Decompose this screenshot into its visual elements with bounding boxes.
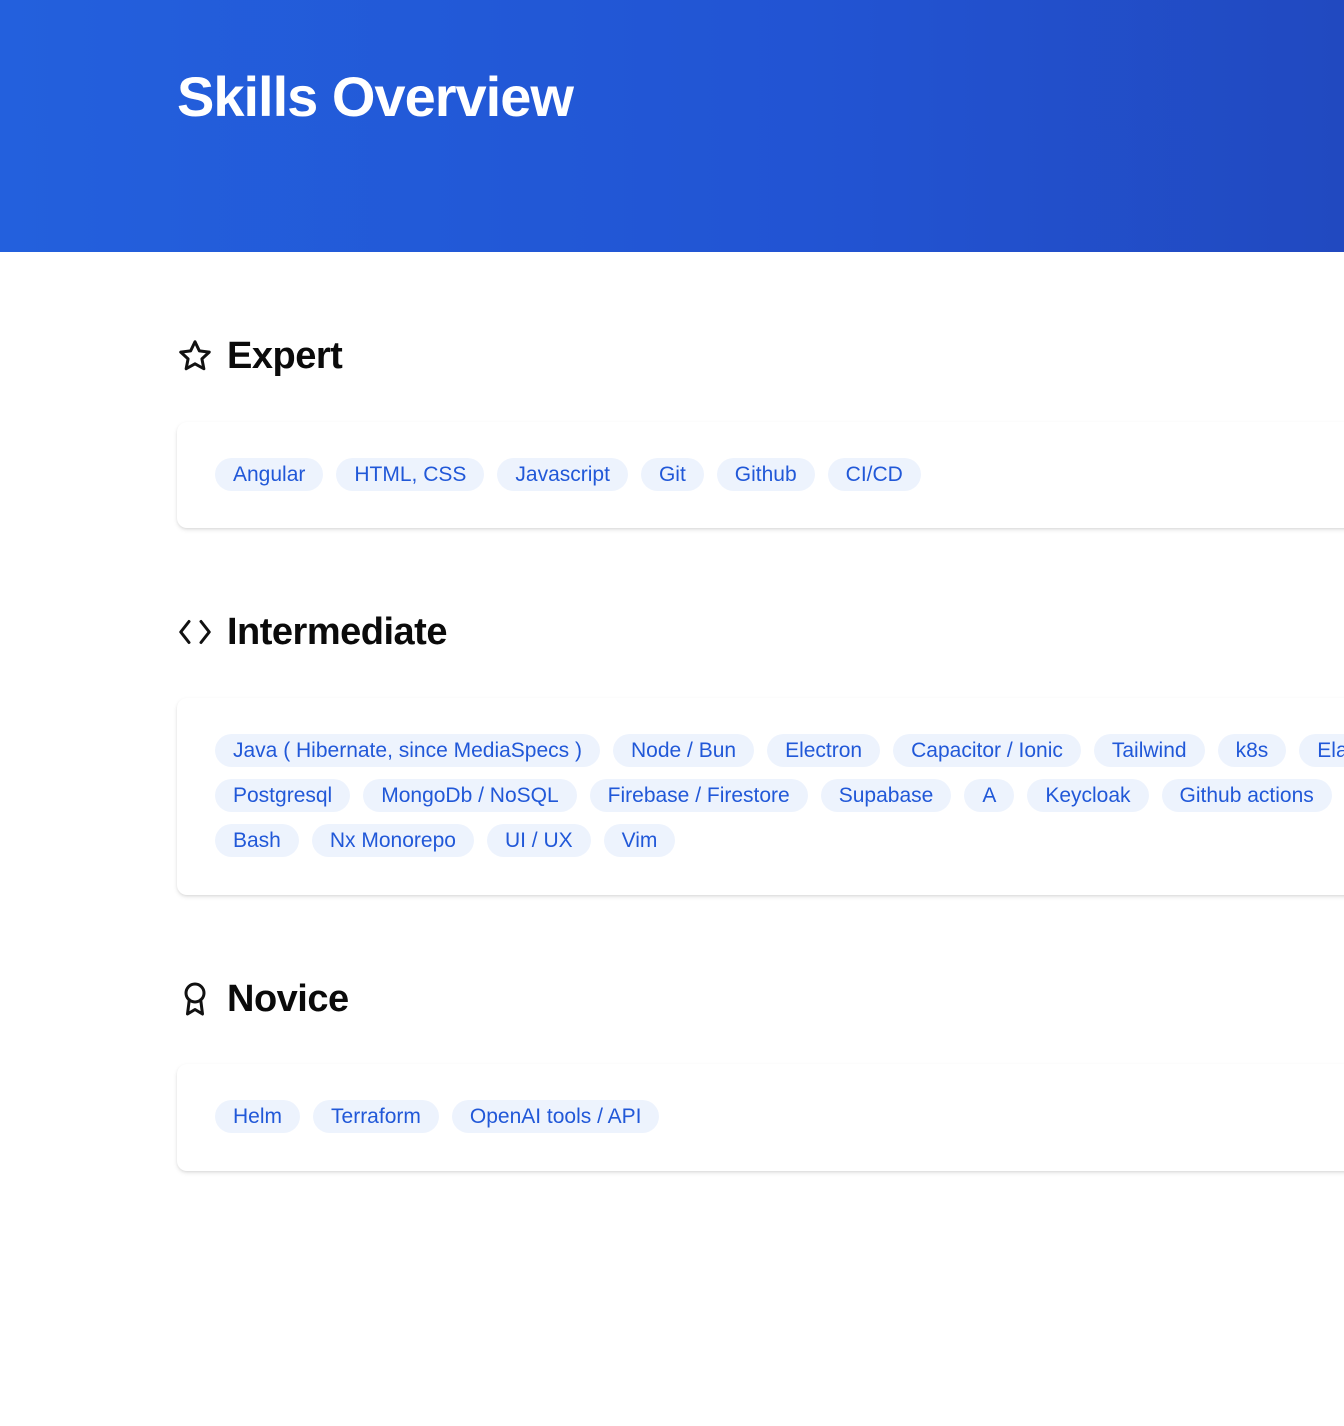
skills-card-intermediate: Java ( Hibernate, since MediaSpecs ) Node… [177, 698, 1344, 895]
section-title-intermediate: Intermediate [227, 610, 447, 653]
section-title-expert: Expert [227, 334, 343, 377]
star-icon [177, 338, 213, 374]
skill-chip: Vim [603, 824, 676, 857]
skill-chip: Firebase / Firestore [589, 779, 808, 812]
skill-chip: Elastic search [1299, 734, 1344, 767]
skill-chip: Bash [215, 824, 299, 857]
award-ribbon-icon [177, 981, 213, 1017]
skill-chip: Nx Monorepo [311, 824, 474, 857]
section-heading-novice: Novice [177, 977, 349, 1021]
skill-chip: OpenAI tools / API [451, 1100, 660, 1133]
skill-chip: Postgresql [215, 779, 351, 812]
skill-chip: HTML, CSS [336, 458, 485, 491]
skill-chip: Supabase [820, 779, 952, 812]
section-heading-intermediate: Intermediate [177, 610, 447, 654]
skill-chip: A [964, 779, 1015, 812]
section-title-novice: Novice [227, 977, 349, 1020]
skill-chip: Tailwind [1093, 734, 1205, 767]
skills-card-novice: Helm Terraform OpenAI tools / API [177, 1064, 1344, 1171]
skill-chip: Helm [215, 1100, 301, 1133]
skill-chip: Java ( Hibernate, since MediaSpecs ) [215, 734, 600, 767]
section-heading-expert: Expert [177, 334, 343, 378]
code-brackets-icon [177, 614, 213, 650]
page-header: Skills Overview [0, 0, 1344, 252]
skill-chip: Keycloak [1027, 779, 1149, 812]
skill-chip: Terraform [313, 1100, 439, 1133]
skill-chip: k8s [1217, 734, 1287, 767]
page-title: Skills Overview [177, 65, 574, 128]
skill-chip: CI/CD [827, 458, 921, 491]
skills-card-expert: Angular HTML, CSS Javascript Git Github CI/CD [177, 422, 1344, 528]
skill-chip-list: Java ( Hibernate, since MediaSpecs ) Node… [215, 734, 1344, 857]
skill-chip: Angular [215, 458, 324, 491]
skill-chip: Javascript [497, 458, 628, 491]
skill-chip: Capacitor / Ionic [893, 734, 1081, 767]
skill-chip: Github actions [1161, 779, 1332, 812]
skill-chip: MongoDb / NoSQL [363, 779, 577, 812]
skill-chip: Electron [767, 734, 881, 767]
skill-chip: Git [640, 458, 704, 491]
skill-chip: UI / UX [486, 824, 591, 857]
skill-chip: Node / Bun [613, 734, 755, 767]
skill-chip-list: Angular HTML, CSS Javascript Git Github CI/CD [215, 458, 1344, 491]
skill-chip: Github [716, 458, 815, 491]
skill-chip-list: Helm Terraform OpenAI tools / API [215, 1100, 1344, 1133]
